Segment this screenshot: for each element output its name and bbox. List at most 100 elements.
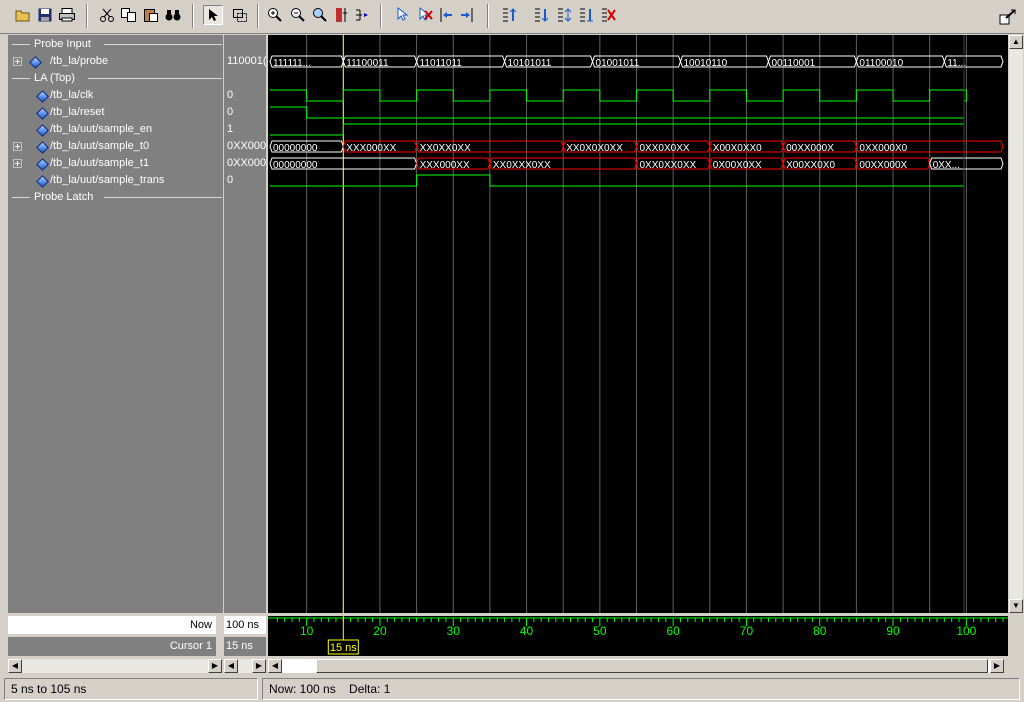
axis-tick-label: 50: [593, 624, 607, 638]
scroll-right-icon[interactable]: ▶: [208, 659, 222, 673]
axis-tick-label: 30: [447, 624, 461, 638]
expand-icon[interactable]: [13, 159, 22, 168]
signal-row-reset[interactable]: /tb_la/reset: [8, 104, 223, 121]
axis-tick-label: 10: [300, 624, 314, 638]
scroll-up-icon[interactable]: ▲: [1009, 35, 1023, 49]
wave-tool-4-icon[interactable]: [576, 5, 596, 25]
scroll-right-icon[interactable]: ▶: [252, 659, 266, 673]
toolbar-separator: [192, 4, 194, 28]
expand-icon[interactable]: [13, 57, 22, 66]
scroll-track[interactable]: [1009, 49, 1023, 599]
status-range: 5 ns to 105 ns: [4, 678, 258, 700]
signal-row-probe[interactable]: /tb_la/probe: [8, 53, 223, 70]
signal-row-sample-t1[interactable]: /tb_la/uut/sample_t1: [8, 155, 223, 172]
edge-right-icon[interactable]: [457, 5, 477, 25]
find-previous-edge-icon[interactable]: [393, 5, 413, 25]
signal-diamond-icon: [36, 124, 49, 137]
wave-tool-5-icon[interactable]: [598, 5, 618, 25]
axis-tick-label: 90: [886, 624, 900, 638]
scroll-thumb[interactable]: [316, 659, 988, 673]
wave-tool-2-icon[interactable]: [531, 5, 551, 25]
find-binoculars-icon[interactable]: [163, 5, 183, 25]
sample-t1-segment-label: 00XX000X: [859, 160, 907, 171]
scroll-left-icon[interactable]: ◀: [8, 659, 22, 673]
group-divider: [12, 44, 30, 45]
signal-name: /tb_la/uut/sample_trans: [50, 174, 165, 186]
signal-value: 0: [227, 106, 234, 118]
waveform-canvas[interactable]: 111111... 11100011 11011011 10101011 0100101…: [268, 35, 1008, 613]
signal-name: /tb_la/uut/sample_t1: [50, 157, 150, 169]
sample-trans-waveform: [270, 174, 964, 187]
signal-value: 0XX000: [227, 157, 266, 169]
group-divider: [12, 197, 30, 198]
scroll-track[interactable]: [282, 659, 990, 673]
expand-icon[interactable]: [13, 142, 22, 151]
group-probe-input[interactable]: Probe Input: [8, 36, 223, 53]
probe-segment-label: 11100011: [346, 58, 389, 69]
clk-waveform: [270, 89, 967, 102]
toolbar-separator: [487, 4, 489, 28]
signal-names-panel: Probe Input /tb_la/probe LA (Top) /tb_la…: [8, 35, 223, 613]
scroll-track[interactable]: [238, 659, 252, 673]
wave-tool-3-icon[interactable]: [554, 5, 574, 25]
status-now: Now: 100 ns: [269, 682, 336, 696]
now-label: Now: [189, 619, 212, 631]
signal-row-sample-t0[interactable]: /tb_la/uut/sample_t0: [8, 138, 223, 155]
waveform-area[interactable]: 111111... 11100011 11011011 10101011 0100101…: [268, 35, 1008, 613]
probe-segment-label: 10101011: [508, 58, 552, 69]
sample-t0-segment-label: 0XX0X0XX: [640, 143, 690, 154]
toolbar-separator: [86, 4, 88, 28]
signal-row-sample-trans[interactable]: /tb_la/uut/sample_trans: [8, 172, 223, 189]
signal-name: /tb_la/reset: [50, 106, 105, 118]
names-hscrollbar[interactable]: ◀ ▶: [8, 659, 222, 673]
insert-cursor-icon[interactable]: [331, 5, 351, 25]
scroll-right-icon[interactable]: ▶: [990, 659, 1004, 673]
paste-icon[interactable]: [141, 5, 161, 25]
signal-diamond-icon: [29, 56, 42, 69]
wave-tool-1-icon[interactable]: [499, 5, 519, 25]
now-value: 100 ns: [224, 616, 266, 634]
toolbar-separator: [380, 4, 382, 28]
scroll-left-icon[interactable]: ◀: [268, 659, 282, 673]
values-hscrollbar[interactable]: ◀ ▶: [224, 659, 266, 673]
copy-icon[interactable]: [119, 5, 139, 25]
save-icon[interactable]: [35, 5, 55, 25]
print-icon[interactable]: [57, 5, 77, 25]
delete-cursor-icon[interactable]: [352, 5, 372, 25]
sample-t1-segment-label: XXX000XX: [420, 160, 470, 171]
zoom-full-icon[interactable]: [310, 5, 330, 25]
status-delta: Delta: 1: [349, 682, 391, 696]
sample-t0-segment-label: 00000000: [273, 143, 318, 154]
edge-left-icon[interactable]: [436, 5, 456, 25]
signal-value: 0: [227, 89, 234, 101]
cut-icon[interactable]: [97, 5, 117, 25]
cursor-value: 15 ns: [224, 637, 266, 656]
wave-hscrollbar[interactable]: ◀ ▶: [268, 659, 1004, 673]
dock-undock-icon[interactable]: [998, 7, 1018, 27]
group-divider: [12, 78, 30, 79]
scroll-left-icon[interactable]: ◀: [224, 659, 238, 673]
signal-value: 1: [227, 123, 234, 135]
time-axis[interactable]: 10 20 30 40 50 60 70 80 90 100 15 ns: [268, 616, 1008, 656]
group-probe-latch[interactable]: Probe Latch: [8, 189, 223, 206]
axis-tick-label: 20: [373, 624, 387, 638]
open-folder-icon[interactable]: [13, 5, 33, 25]
signal-row-clk[interactable]: /tb_la/clk: [8, 87, 223, 104]
axis-tick-label: 80: [813, 624, 827, 638]
sample-t1-segment-label: 0XX0XX0XX: [640, 160, 697, 171]
zoom-box-icon[interactable]: [230, 5, 250, 25]
zoom-out-icon[interactable]: [288, 5, 308, 25]
signal-row-sample-en[interactable]: /tb_la/uut/sample_en: [8, 121, 223, 138]
probe-segment-label: 01100010: [859, 58, 903, 69]
axis-tick-label: 100: [956, 624, 976, 638]
scroll-down-icon[interactable]: ▼: [1009, 599, 1023, 613]
cursor-label[interactable]: Cursor 1: [8, 637, 212, 656]
find-next-edge-icon[interactable]: [415, 5, 435, 25]
signal-values-panel: 110001( 0 0 1 0XX000 0XX000 0: [224, 35, 266, 613]
group-la-top[interactable]: LA (Top): [8, 70, 223, 87]
zoom-in-icon[interactable]: [265, 5, 285, 25]
time-axis-canvas[interactable]: 10 20 30 40 50 60 70 80 90 100 15 ns: [268, 616, 1008, 656]
vertical-scrollbar[interactable]: ▲ ▼: [1008, 35, 1024, 613]
scroll-track[interactable]: [22, 659, 208, 673]
select-pointer-icon[interactable]: [203, 5, 223, 25]
